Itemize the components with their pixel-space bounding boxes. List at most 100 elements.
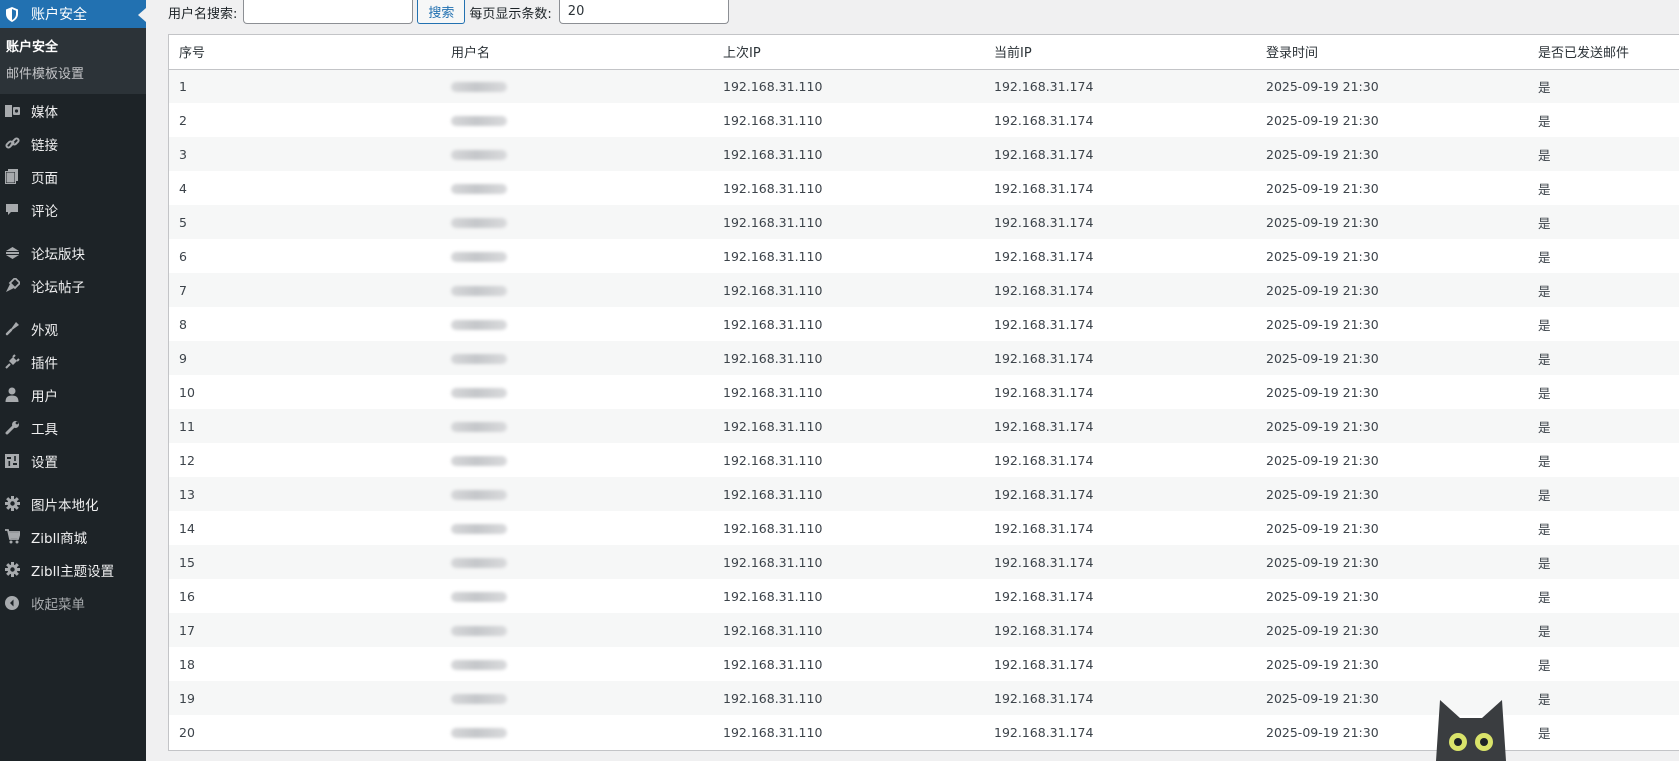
cell-login-time: 2025-09-19 21:30 xyxy=(1266,180,1379,196)
sidebar-item-pages[interactable]: 页面 xyxy=(0,160,146,193)
cell-email-sent: 是 xyxy=(1538,113,1551,129)
search-button[interactable]: 搜索 xyxy=(417,0,466,24)
cell-current-ip: 192.168.31.174 xyxy=(994,588,1094,604)
cell-login-time: 2025-09-19 21:30 xyxy=(1266,248,1379,264)
sidebar-item-plugins[interactable]: 插件 xyxy=(0,345,146,378)
sidebar-item-label: 论坛版块 xyxy=(31,246,85,263)
cell-username xyxy=(441,511,713,545)
cell-current-ip: 192.168.31.174 xyxy=(984,205,1256,239)
gear-icon xyxy=(4,562,20,578)
sidebar-item-label: 链接 xyxy=(31,137,58,154)
sidebar-item-links[interactable]: 链接 xyxy=(0,127,146,160)
cell-username xyxy=(441,307,713,341)
submenu-item-email-template[interactable]: 邮件模板设置 xyxy=(0,61,146,88)
sidebar-item-zibll-shop[interactable]: Zibll商城 xyxy=(0,520,146,553)
redacted-username xyxy=(451,116,507,126)
submenu-item-account-security[interactable]: 账户安全 xyxy=(0,34,146,61)
cell-last-ip: 192.168.31.110 xyxy=(723,656,823,672)
appearance-icon xyxy=(4,321,20,337)
sidebar-collapse-menu[interactable]: 收起菜单 xyxy=(0,586,146,619)
cell-last-ip: 192.168.31.110 xyxy=(723,588,823,604)
cell-last-ip: 192.168.31.110 xyxy=(713,545,984,579)
sidebar-item-comments[interactable]: 评论 xyxy=(0,193,146,226)
cell-number: 13 xyxy=(169,477,441,511)
cell-username xyxy=(441,375,713,409)
cell-email-sent: 是 xyxy=(1528,613,1679,647)
sidebar-item-image-localize[interactable]: 图片本地化 xyxy=(0,487,146,520)
cell-username xyxy=(441,341,713,375)
sidebar-item-label: 设置 xyxy=(31,454,58,471)
cell-last-ip: 192.168.31.110 xyxy=(713,409,984,443)
cell-email-sent: 是 xyxy=(1528,205,1679,239)
table-row: 16 192.168.31.110 192.168.31.174 2025-09-19… xyxy=(169,579,1679,613)
cell-last-ip: 192.168.31.110 xyxy=(713,341,984,375)
sidebar-item-account-security[interactable]: 账户安全 xyxy=(0,0,146,28)
sidebar-item-label: 论坛帖子 xyxy=(31,279,85,296)
sidebar-item-label: 外观 xyxy=(31,322,58,339)
cell-last-ip: 192.168.31.110 xyxy=(723,724,823,740)
sidebar-item-label: 页面 xyxy=(31,170,58,187)
cell-number: 15 xyxy=(169,545,441,579)
cell-number: 1 xyxy=(169,69,441,103)
cell-username xyxy=(441,273,713,307)
cell-email-sent: 是 xyxy=(1528,477,1679,511)
sidebar-item-label: Zibll商城 xyxy=(31,530,88,547)
user-icon xyxy=(4,387,20,403)
cell-number: 7 xyxy=(169,273,441,307)
sidebar-item-label: 收起菜单 xyxy=(31,596,85,613)
cell-number: 3 xyxy=(169,137,441,171)
cell-last-ip: 192.168.31.110 xyxy=(713,205,984,239)
cell-email-sent: 是 xyxy=(1538,657,1551,673)
cell-current-ip: 192.168.31.174 xyxy=(994,180,1094,196)
sidebar-item-label: 评论 xyxy=(31,203,58,220)
sidebar-item-appearance[interactable]: 外观 xyxy=(0,312,146,345)
cell-username xyxy=(441,171,713,205)
table-row: 7 192.168.31.110 192.168.31.174 2025-09-19 … xyxy=(169,273,1679,307)
cell-number: 14 xyxy=(179,520,195,536)
sidebar-item-settings[interactable]: 设置 xyxy=(0,444,146,477)
redacted-username xyxy=(451,252,507,262)
cell-current-ip: 192.168.31.174 xyxy=(994,520,1094,536)
sidebar-item-forum-boards[interactable]: 论坛版块 xyxy=(0,236,146,269)
cell-email-sent: 是 xyxy=(1538,249,1551,265)
cell-number: 20 xyxy=(179,724,195,740)
redacted-username xyxy=(451,490,507,500)
search-label: 用户名搜索: xyxy=(168,6,238,22)
admin-sidebar: 账户安全 账户安全 邮件模板设置 媒体 链接 页面 评论 论坛版块 论坛帖子 外… xyxy=(0,0,146,761)
sidebar-item-zibll-theme-settings[interactable]: Zibll主题设置 xyxy=(0,553,146,586)
table-row: 14 192.168.31.110 192.168.31.174 2025-09-19… xyxy=(169,511,1679,545)
cell-number: 17 xyxy=(169,613,441,647)
cell-login-time: 2025-09-19 21:30 xyxy=(1256,137,1528,171)
settings-icon xyxy=(4,453,20,469)
cell-last-ip: 192.168.31.110 xyxy=(713,273,984,307)
sidebar-item-forum-posts[interactable]: 论坛帖子 xyxy=(0,269,146,302)
cell-current-ip: 192.168.31.174 xyxy=(984,341,1256,375)
cell-last-ip: 192.168.31.110 xyxy=(713,681,984,715)
column-header-login-time: 登录时间 xyxy=(1256,35,1528,70)
cell-email-sent: 是 xyxy=(1538,589,1551,605)
sidebar-item-tools[interactable]: 工具 xyxy=(0,411,146,444)
redacted-username xyxy=(451,694,507,704)
cell-current-ip: 192.168.31.174 xyxy=(984,681,1256,715)
per-page-label: 每页显示条数: xyxy=(469,6,552,22)
sidebar-item-users[interactable]: 用户 xyxy=(0,378,146,411)
per-page-input[interactable] xyxy=(558,0,729,24)
username-search-input[interactable] xyxy=(243,0,414,24)
cell-username xyxy=(441,477,713,511)
media-icon xyxy=(4,103,20,119)
cell-login-time: 2025-09-19 21:30 xyxy=(1256,205,1528,239)
cell-current-ip: 192.168.31.174 xyxy=(984,545,1256,579)
cell-number: 16 xyxy=(179,588,195,604)
cell-current-ip: 192.168.31.174 xyxy=(994,656,1094,672)
cell-last-ip: 192.168.31.110 xyxy=(713,477,984,511)
table-row: 5 192.168.31.110 192.168.31.174 2025-09-19 … xyxy=(169,205,1679,239)
table-row: 12 192.168.31.110 192.168.31.174 2025-09-19… xyxy=(169,443,1679,477)
cell-number: 8 xyxy=(179,316,187,332)
cell-username xyxy=(441,205,713,239)
table-row: 1 192.168.31.110 192.168.31.174 2025-09-19 … xyxy=(169,69,1679,103)
cell-email-sent: 是 xyxy=(1538,521,1551,537)
sidebar-item-media[interactable]: 媒体 xyxy=(0,94,146,127)
cell-number: 18 xyxy=(179,656,195,672)
cell-username xyxy=(441,239,713,273)
table-row: 18 192.168.31.110 192.168.31.174 2025-09-19… xyxy=(169,647,1679,681)
